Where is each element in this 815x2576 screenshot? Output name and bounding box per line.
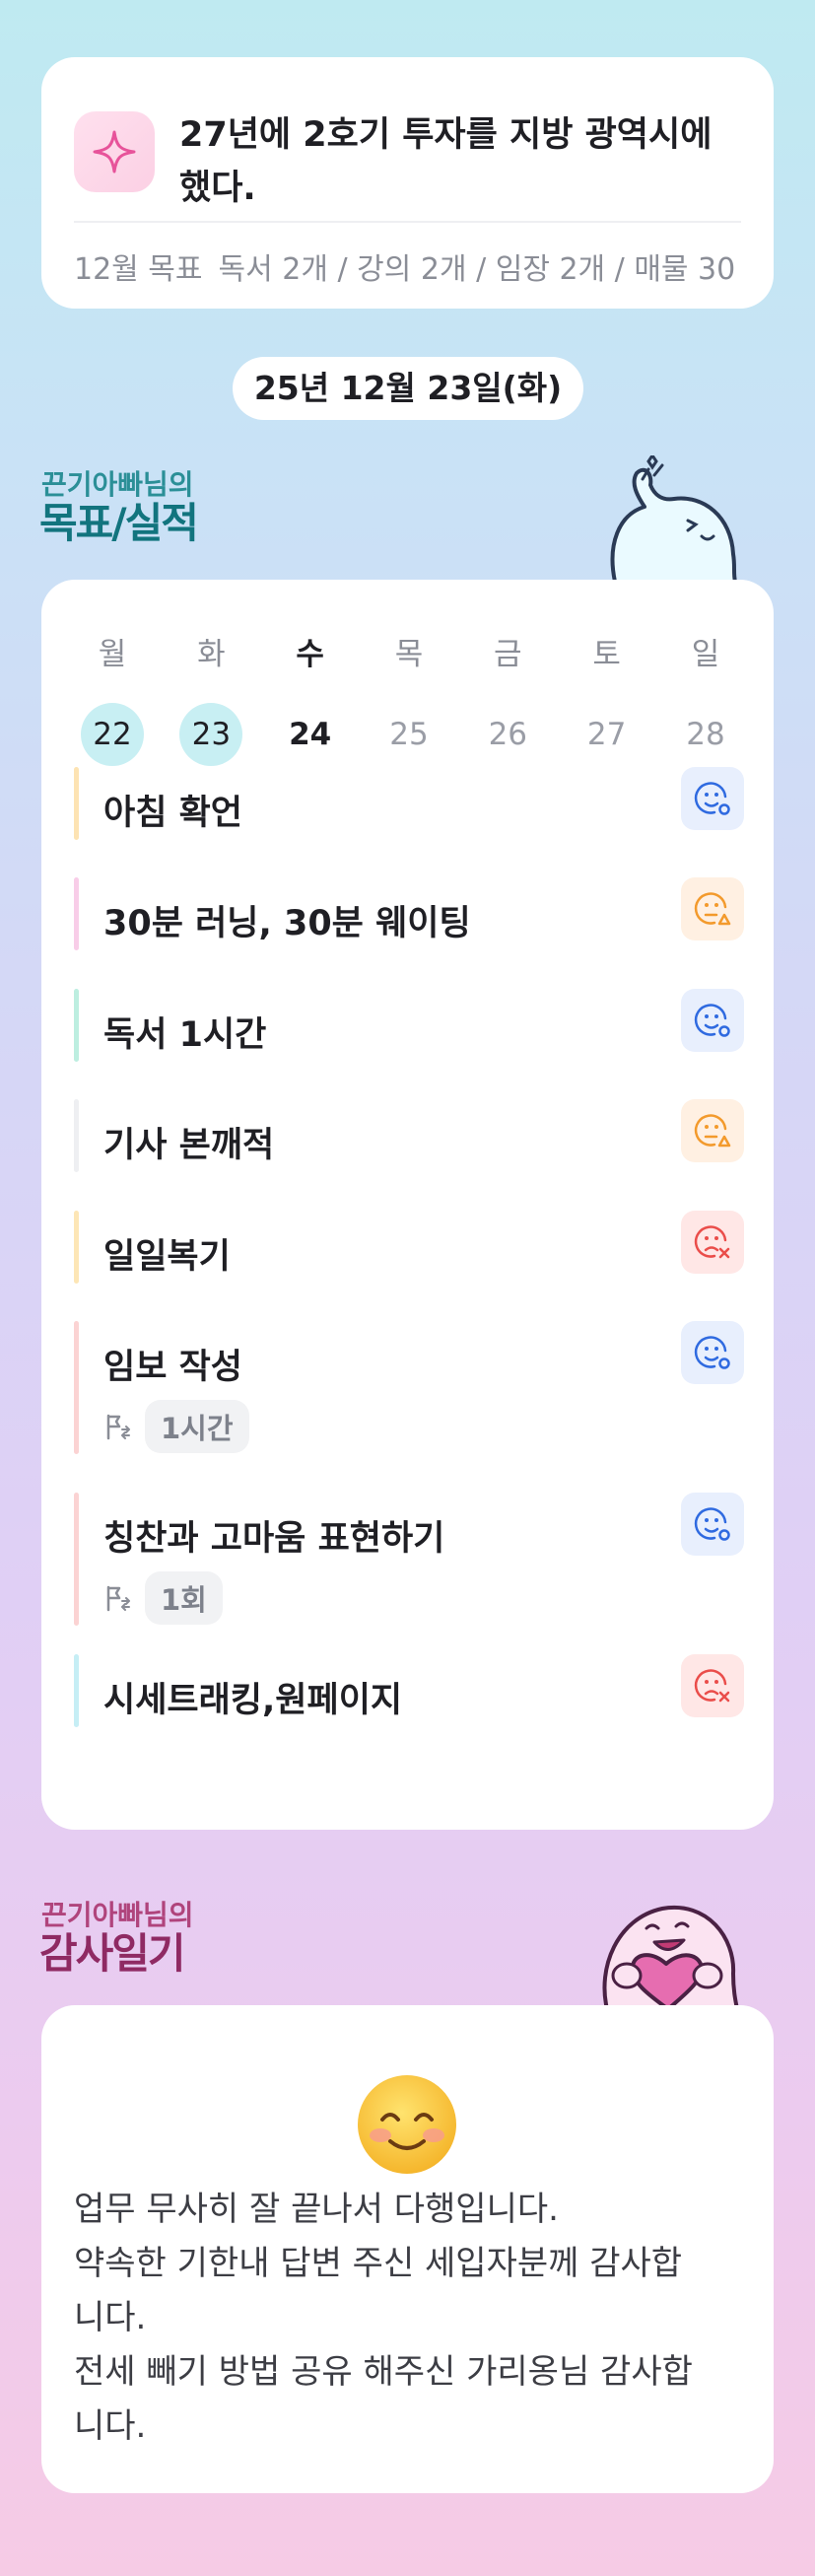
section-title-goals: 목표/실적 [39,499,199,547]
calendar-date[interactable]: 27 [576,703,639,766]
task-name: 독서 1시간 [103,1015,267,1055]
task-name: 아침 확언 [103,794,242,833]
calendar-date[interactable]: 23 [179,703,243,766]
status-bad-face-icon[interactable] [681,1654,744,1717]
repeat-flag-icon [103,1412,133,1441]
weekday-label: 금 [494,637,522,672]
divider [74,221,741,223]
gratitude-text: 업무 무사히 잘 끝나서 다행입니다. 약속한 기한내 답변 주신 세입자분께 감… [74,2183,744,2454]
status-good-face-icon[interactable] [681,767,744,830]
weekday-label: 수 [296,637,324,672]
gratitude-line: 전세 빼기 방법 공유 해주신 가리옹님 감사합 [74,2352,693,2392]
status-good-face-icon[interactable] [681,1321,744,1384]
week-calendar: 월 화 수 목 금 토 일 22 23 24 25 26 27 28 [74,629,744,766]
date-selector[interactable]: 25년 12월 23일(화) [233,357,583,420]
task-name: 30분 러닝, 30분 웨이팅 [103,904,471,943]
task-item[interactable]: 기사 본깨적 [74,1099,744,1172]
task-color-bar [74,1099,79,1172]
weekday-label: 일 [691,637,720,672]
calendar-date[interactable]: 22 [81,703,144,766]
calendar-date[interactable]: 25 [377,703,441,766]
gratitude-line: 니다. [74,2406,147,2446]
section-title-gratitude: 감사일기 [39,1929,186,1978]
task-color-bar [74,1654,79,1727]
task-color-bar [74,877,79,950]
status-good-face-icon[interactable] [681,989,744,1052]
task-color-bar [74,1211,79,1284]
task-item[interactable]: 독서 1시간 [74,989,744,1062]
task-item[interactable]: 칭찬과 고마움 표현하기 1회 [74,1493,744,1626]
smiling-face-icon [358,2075,456,2174]
task-item[interactable]: 임보 작성 1시간 [74,1321,744,1454]
sparkle-icon [74,111,155,192]
repeat-flag-icon [103,1583,133,1613]
task-item[interactable]: 일일복기 [74,1211,744,1284]
status-mid-face-icon[interactable] [681,877,744,940]
status-bad-face-icon[interactable] [681,1211,744,1274]
calendar-date[interactable]: 28 [674,703,737,766]
task-color-bar [74,1321,79,1454]
task-name: 칭찬과 고마움 표현하기 [103,1519,445,1559]
task-color-bar [74,989,79,1062]
gratitude-line: 니다. [74,2298,147,2337]
weekday-label: 목 [394,637,424,672]
goal-card[interactable]: 27년에 2호기 투자를 지방 광역시에 했다. 12월 목표 독서 2개 / 강… [41,57,774,309]
status-mid-face-icon[interactable] [681,1099,744,1162]
monthly-goal: 12월 목표 독서 2개 / 강의 2개 / 임장 2개 / 매물 30 [74,244,744,288]
mascot-heart-illustration [602,1905,739,2009]
task-target: 1회 [103,1571,223,1625]
task-item[interactable]: 시세트래킹,원페이지 [74,1654,744,1727]
task-color-bar [74,767,79,840]
mascot-waving-illustration [610,455,737,582]
task-target: 1시간 [103,1400,249,1453]
task-target-chip: 1회 [145,1571,223,1625]
monthly-goal-text: 독서 2개 / 강의 2개 / 임장 2개 / 매물 30 [218,252,736,287]
goals-card: 월 화 수 목 금 토 일 22 23 24 25 26 27 28 아침 확언 30분 러닝, 30분 … [41,580,774,1830]
task-color-bar [74,1493,79,1626]
calendar-date[interactable]: 26 [476,703,539,766]
task-name: 일일복기 [103,1237,231,1277]
weekday-label: 월 [98,637,127,672]
task-item[interactable]: 아침 확언 [74,767,744,840]
monthly-goal-label: 12월 목표 [74,252,203,287]
status-good-face-icon[interactable] [681,1493,744,1556]
gratitude-diary-card[interactable]: 업무 무사히 잘 끝나서 다행입니다. 약속한 기한내 답변 주신 세입자분께 감… [41,2005,774,2493]
gratitude-line: 업무 무사히 잘 끝나서 다행입니다. [74,2190,559,2229]
goal-text: 27년에 2호기 투자를 지방 광역시에 했다. [179,115,713,208]
task-name: 시세트래킹,원페이지 [103,1681,403,1720]
calendar-date[interactable]: 24 [279,703,342,766]
task-name: 임보 작성 [103,1348,242,1387]
weekday-label: 화 [197,637,226,672]
task-item[interactable]: 30분 러닝, 30분 웨이팅 [74,877,744,950]
task-target-chip: 1시간 [145,1400,249,1453]
weekday-label: 토 [592,637,621,672]
task-name: 기사 본깨적 [103,1126,275,1165]
gratitude-line: 약속한 기한내 답변 주신 세입자분께 감사합 [74,2244,683,2283]
